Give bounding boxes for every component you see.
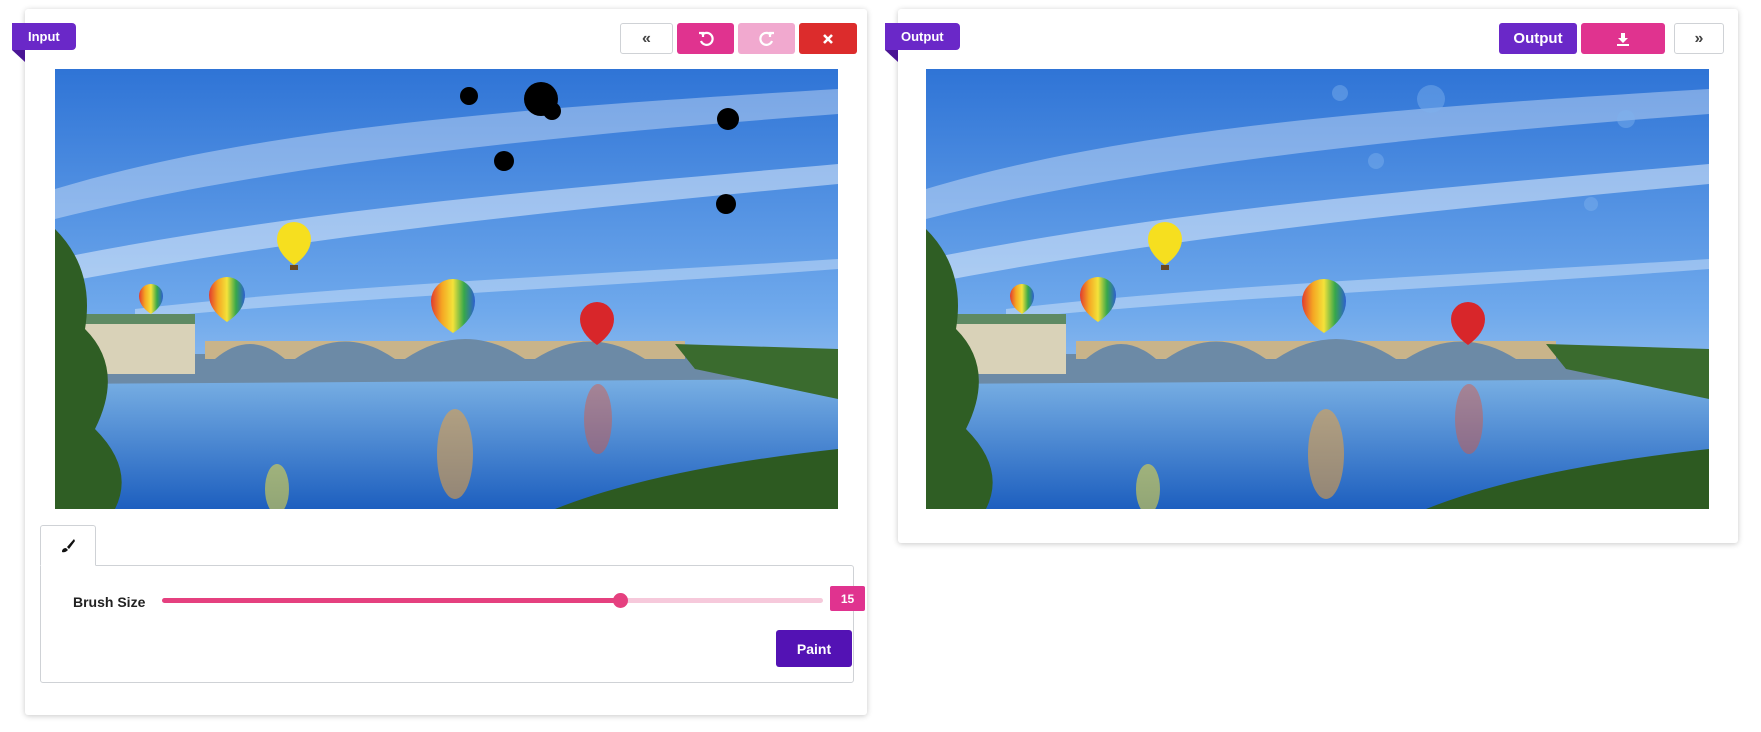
clear-button[interactable]: [799, 23, 857, 54]
double-chevron-left-icon: «: [642, 29, 651, 47]
brush-size-value: 15: [830, 586, 865, 611]
input-image-canvas[interactable]: [55, 69, 838, 509]
next-button[interactable]: »: [1674, 23, 1724, 54]
input-ribbon: Input: [12, 23, 76, 62]
undo-button[interactable]: [677, 23, 734, 54]
download-icon: [1617, 32, 1629, 46]
brush-size-slider-thumb[interactable]: [613, 593, 628, 608]
brush-icon: [62, 538, 75, 552]
output-ribbon: Output: [885, 23, 960, 62]
output-button[interactable]: Output: [1499, 23, 1577, 54]
brush-size-slider-track[interactable]: [621, 598, 823, 603]
double-chevron-right-icon: »: [1694, 29, 1704, 47]
output-toolbar: Output »: [1499, 23, 1724, 54]
brush-size-slider-fill[interactable]: [162, 598, 621, 603]
download-button[interactable]: [1581, 23, 1665, 54]
tab-brush[interactable]: [40, 525, 96, 566]
input-toolbar: «: [620, 23, 857, 54]
undo-icon: [698, 31, 714, 46]
output-card: Output Output »: [885, 9, 1738, 543]
redo-icon: [758, 31, 774, 46]
brush-size-label: Brush Size: [73, 594, 146, 610]
input-card: Input « Brush Size 15 Paint: [12, 9, 867, 715]
redo-button[interactable]: [738, 23, 795, 54]
prev-button[interactable]: «: [620, 23, 673, 54]
output-image: [926, 69, 1709, 509]
brush-settings-panel: Brush Size 15 Paint: [40, 565, 865, 683]
close-icon: [823, 33, 833, 44]
paint-button[interactable]: Paint: [776, 630, 852, 667]
